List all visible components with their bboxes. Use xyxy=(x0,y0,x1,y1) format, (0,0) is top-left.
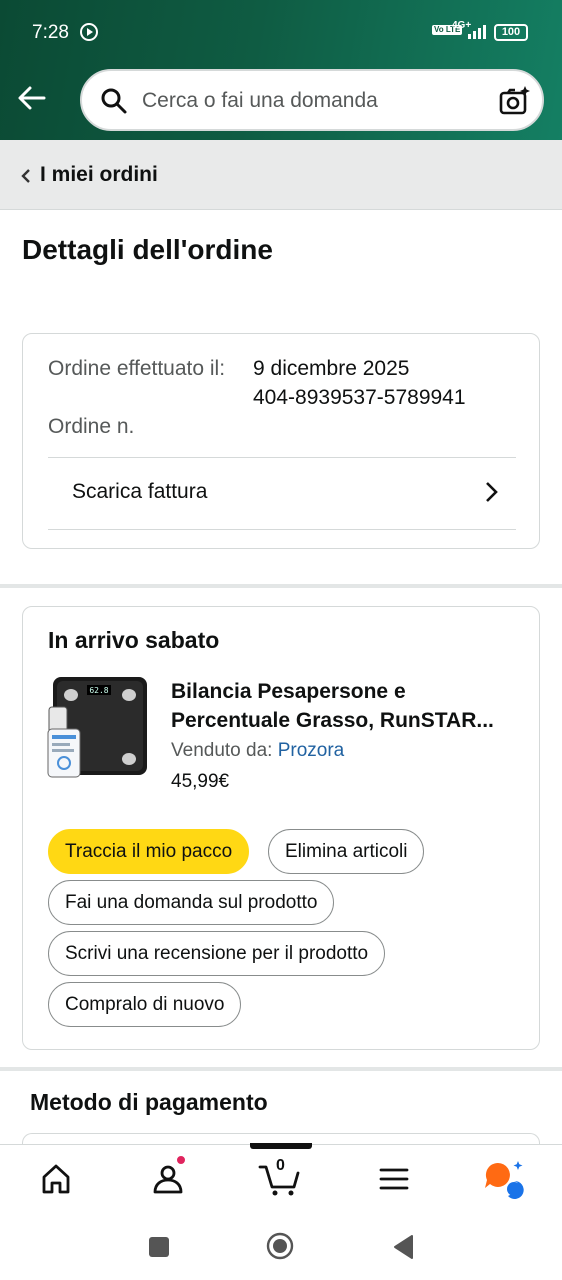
back-nav-icon[interactable] xyxy=(392,1234,414,1265)
app-header: 7:28 Vo LTE 4G+ 100 Cerca o fai una doma… xyxy=(0,0,562,140)
breadcrumb[interactable]: I miei ordini xyxy=(0,140,562,210)
buy-again-button[interactable]: Compralo di nuovo xyxy=(48,982,242,1027)
order-date-value: 9 dicembre 2025 xyxy=(253,357,410,380)
camera-search-icon[interactable] xyxy=(498,85,530,122)
system-nav-bar xyxy=(0,1212,562,1280)
ask-question-button[interactable]: Fai una domanda sul prodotto xyxy=(48,880,335,925)
product-title[interactable]: Bilancia Pesapersone e Percentuale Grass… xyxy=(171,677,516,735)
track-package-button[interactable]: Traccia il mio pacco xyxy=(48,829,250,874)
seller-info: Venduto da: Prozora xyxy=(171,740,344,762)
order-number-label: Ordine n. xyxy=(48,415,135,438)
section-separator xyxy=(0,584,562,588)
breadcrumb-label[interactable]: I miei ordini xyxy=(40,163,158,187)
seller-prefix: Venduto da: xyxy=(171,740,273,761)
order-number-value: 404-8939537-5789941 xyxy=(253,386,466,409)
order-info-card: Ordine effettuato il: Ordine n. 9 dicemb… xyxy=(22,333,540,549)
product-title-line2: Percentuale Grasso, RunSTAR... xyxy=(171,709,494,732)
cart-tab-icon[interactable]: 0 xyxy=(258,1157,304,1199)
status-bar: 7:28 Vo LTE 4G+ 100 xyxy=(0,0,562,66)
delete-items-button[interactable]: Elimina articoli xyxy=(268,829,425,874)
product-title-line1: Bilancia Pesapersone e xyxy=(171,680,406,703)
signal-icon xyxy=(468,25,488,39)
media-play-icon xyxy=(80,23,98,41)
product-price: 45,99€ xyxy=(171,771,230,792)
account-tab-icon[interactable] xyxy=(148,1155,188,1199)
section-separator xyxy=(0,1067,562,1071)
search-icon xyxy=(100,87,128,120)
rufus-assistant-icon[interactable] xyxy=(484,1159,524,1199)
download-invoice-label: Scarica fattura xyxy=(72,480,208,503)
status-time: 7:28 xyxy=(32,22,69,43)
write-review-button[interactable]: Scrivi una recensione per il prodotto xyxy=(48,931,386,976)
page-title: Dettagli dell'ordine xyxy=(22,234,273,265)
shipment-card: In arrivo sabato 62.8 Bilancia Pesaperso… xyxy=(22,606,540,1050)
shipment-heading: In arrivo sabato xyxy=(48,627,220,653)
chevron-right-icon xyxy=(484,480,498,509)
home-nav-icon[interactable] xyxy=(266,1232,294,1265)
battery-icon: 100 xyxy=(494,24,528,41)
divider xyxy=(48,529,516,530)
notification-dot xyxy=(176,1155,186,1165)
chevron-left-icon xyxy=(20,168,32,189)
search-bar[interactable]: Cerca o fai una domanda xyxy=(80,69,544,131)
product-image[interactable]: 62.8 xyxy=(47,675,149,779)
recents-nav-icon[interactable] xyxy=(148,1236,170,1263)
menu-tab-icon[interactable] xyxy=(374,1159,414,1199)
back-arrow-icon[interactable] xyxy=(16,82,48,114)
home-tab-icon[interactable] xyxy=(36,1159,76,1199)
seller-link[interactable]: Prozora xyxy=(278,740,345,761)
active-tab-indicator xyxy=(250,1143,312,1149)
search-input[interactable]: Cerca o fai una domanda xyxy=(142,89,378,113)
order-date-label: Ordine effettuato il: xyxy=(48,357,226,380)
bottom-tab-bar: 0 xyxy=(0,1143,562,1212)
payment-method-heading: Metodo di pagamento xyxy=(30,1089,268,1115)
download-invoice-row[interactable]: Scarica fattura xyxy=(48,458,516,530)
scale-display: 62.8 xyxy=(89,686,108,695)
cart-count: 0 xyxy=(276,1157,285,1174)
